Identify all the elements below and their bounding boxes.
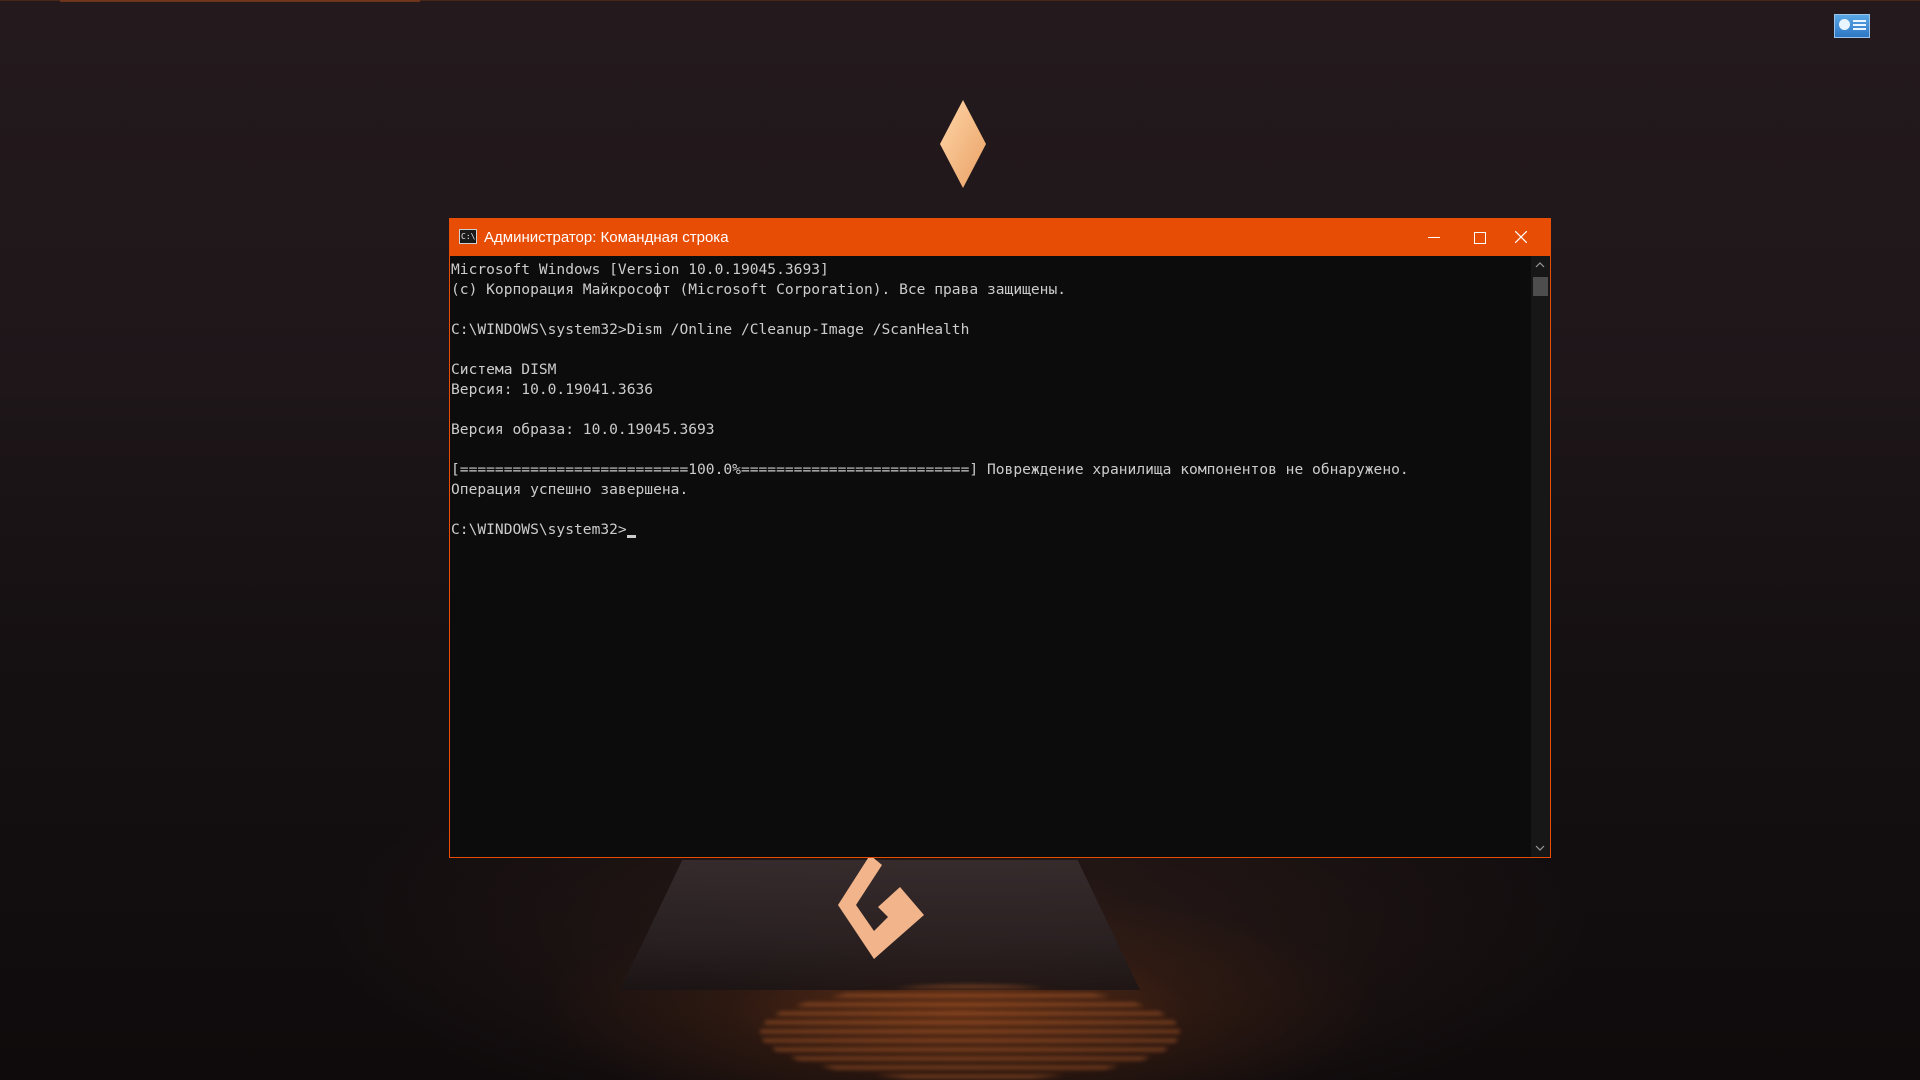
console-line: [==========================100.0%=======…	[451, 461, 1409, 478]
close-button[interactable]	[1492, 219, 1550, 256]
water-reflection	[760, 985, 1180, 1080]
console-line: Версия образа: 10.0.19045.3693	[451, 421, 715, 438]
console-line: Система DISM	[451, 361, 557, 378]
console-line: Версия: 10.0.19041.3636	[451, 381, 654, 398]
desktop-background: C:\ Администратор: Командная строка Micr…	[0, 0, 1920, 1080]
prompt-line[interactable]: C:\WINDOWS\system32>	[450, 520, 1530, 540]
prompt-text: C:\WINDOWS\system32>	[451, 521, 627, 538]
vertical-scrollbar[interactable]	[1531, 256, 1550, 857]
text-cursor	[626, 535, 636, 538]
chevron-up-icon	[1535, 262, 1545, 268]
cmd-icon-label: C:\	[461, 232, 476, 241]
command-prompt-window[interactable]: C:\ Администратор: Командная строка Micr…	[449, 218, 1551, 858]
console-line: (c) Корпорация Майкрософт (Microsoft Cor…	[451, 281, 1067, 298]
close-icon	[1515, 231, 1527, 243]
scroll-up-button[interactable]	[1531, 256, 1550, 273]
window-title: Администратор: Командная строка	[484, 229, 729, 246]
console-line: Microsoft Windows [Version 10.0.19045.36…	[451, 261, 829, 278]
window-titlebar[interactable]: C:\ Администратор: Командная строка	[450, 219, 1550, 256]
console-line: C:\WINDOWS\system32>Dism /Online /Cleanu…	[451, 321, 970, 338]
tray-icon-circle	[1839, 19, 1850, 30]
broken-emblem-icon	[838, 855, 924, 959]
top-progress-strip	[60, 0, 420, 2]
diamond-emblem-icon	[940, 100, 986, 188]
network-display-icon[interactable]	[1834, 14, 1870, 38]
tray-icon-lines	[1853, 20, 1866, 32]
console-line: Операция успешно завершена.	[451, 481, 689, 498]
minimize-button[interactable]	[1406, 219, 1464, 256]
cmd-app-icon[interactable]: C:\	[459, 229, 477, 244]
chevron-down-icon	[1535, 845, 1545, 851]
scroll-thumb[interactable]	[1533, 277, 1548, 296]
scroll-down-button[interactable]	[1531, 840, 1550, 857]
console-output[interactable]: Microsoft Windows [Version 10.0.19045.36…	[450, 256, 1530, 857]
